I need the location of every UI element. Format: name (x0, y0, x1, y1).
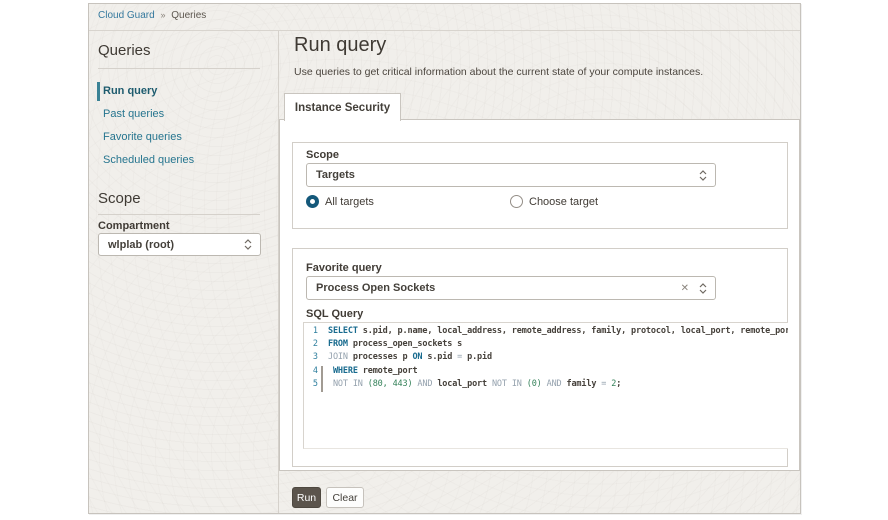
breadcrumb-current: Queries (171, 10, 206, 21)
tab-instance-security[interactable]: Instance Security (284, 93, 401, 121)
clear-button[interactable]: Clear (326, 487, 364, 508)
line-number: 4 (304, 366, 318, 379)
sidebar-divider-2 (98, 214, 260, 215)
wrap-marker (321, 366, 323, 392)
sql-editor-lines: 1 SELECT s.pid, p.name, local_address, re… (304, 323, 788, 392)
line-number: 5 (304, 379, 318, 392)
radio-all-targets-label: All targets (325, 196, 374, 208)
sql-query-label: SQL Query (306, 308, 363, 320)
radio-all-targets[interactable]: All targets (306, 195, 374, 208)
breadcrumb-separator: » (160, 10, 165, 20)
line-number: 3 (304, 352, 318, 365)
select-spinner-icon (244, 239, 252, 250)
radio-choose-target[interactable]: Choose target (510, 195, 598, 208)
active-item-bar (97, 82, 100, 101)
code-text: FROM process_open_sockets s (328, 339, 462, 352)
compartment-select[interactable]: wlplab (root) (98, 233, 261, 256)
code-text: WHERE remote_port (328, 366, 417, 379)
select-spinner-icon (699, 170, 707, 181)
app-card: Cloud Guard » Queries Queries Run query … (88, 3, 801, 514)
scope-select[interactable]: Targets (306, 163, 716, 187)
breadcrumb: Cloud Guard » Queries (98, 10, 206, 21)
favorite-query-select-value: Process Open Sockets (316, 282, 681, 294)
breadcrumb-link-cloud-guard[interactable]: Cloud Guard (98, 10, 155, 21)
run-button[interactable]: Run (292, 487, 321, 508)
scope-select-value: Targets (316, 169, 699, 181)
favorite-query-group: Favorite query Process Open Sockets ✕ SQ… (292, 248, 788, 467)
line-number: 1 (304, 326, 318, 339)
sidebar-item-past-queries[interactable]: Past queries (103, 108, 164, 120)
sidebar-title-queries: Queries (98, 42, 151, 59)
tab-panel: Scope Targets All targets Choose target (279, 119, 800, 471)
compartment-label: Compartment (98, 220, 170, 232)
code-text: NOT IN (80, 443) AND local_port NOT IN (… (328, 379, 621, 392)
compartment-select-value: wlplab (root) (108, 239, 244, 251)
breadcrumb-divider (89, 30, 800, 31)
page-subtitle: Use queries to get critical information … (294, 66, 703, 78)
clear-selection-icon[interactable]: ✕ (681, 283, 689, 294)
select-spinner-icon (699, 283, 707, 294)
code-line: 3 JOIN processes p ON s.pid = p.pid (304, 352, 788, 365)
radio-selected-icon (306, 195, 319, 208)
sidebar-divider (98, 68, 260, 69)
line-number: 2 (304, 339, 318, 352)
favorite-query-select[interactable]: Process Open Sockets ✕ (306, 276, 716, 300)
radio-choose-target-label: Choose target (529, 196, 598, 208)
sql-editor[interactable]: 1 SELECT s.pid, p.name, local_address, re… (303, 322, 788, 449)
sidebar-item-run-query[interactable]: Run query (103, 85, 157, 97)
scope-group: Scope Targets All targets Choose target (292, 142, 788, 229)
code-line: 5 NOT IN (80, 443) AND local_port NOT IN… (304, 379, 788, 392)
page: Cloud Guard » Queries Queries Run query … (0, 0, 888, 520)
radio-unselected-icon (510, 195, 523, 208)
sidebar-item-favorite-queries[interactable]: Favorite queries (103, 131, 182, 143)
code-text: SELECT s.pid, p.name, local_address, rem… (328, 326, 788, 339)
code-text: JOIN processes p ON s.pid = p.pid (328, 352, 492, 365)
sidebar-title-scope: Scope (98, 190, 141, 207)
favorite-query-label: Favorite query (306, 262, 382, 274)
sidebar-item-scheduled-queries[interactable]: Scheduled queries (103, 154, 194, 166)
scope-label: Scope (306, 149, 339, 161)
code-line: 2 FROM process_open_sockets s (304, 339, 788, 352)
code-line: 4 WHERE remote_port (304, 366, 788, 379)
code-line: 1 SELECT s.pid, p.name, local_address, re… (304, 326, 788, 339)
page-title: Run query (294, 34, 386, 57)
